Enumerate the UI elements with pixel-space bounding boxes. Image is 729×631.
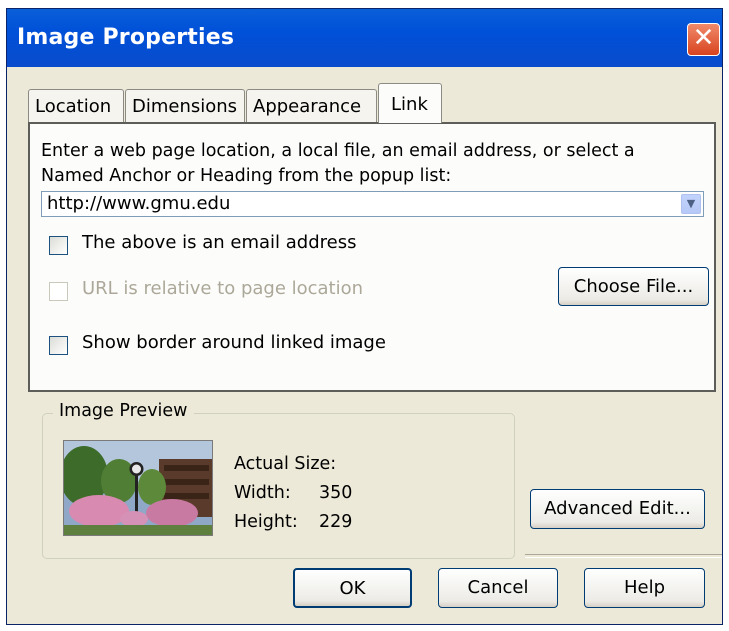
tab-appearance[interactable]: Appearance: [246, 89, 377, 123]
tab-link-label: Link: [391, 94, 428, 115]
tab-location-label: Location: [35, 96, 112, 117]
relative-url-checkbox: [49, 282, 68, 301]
window-title: Image Properties: [17, 25, 235, 50]
image-preview-group: Image Preview Actual Size: Width: 350 He…: [42, 401, 515, 559]
tab-dimensions[interactable]: Dimensions: [125, 89, 245, 123]
advanced-edit-button[interactable]: Advanced Edit...: [530, 489, 705, 529]
width-row: Width: 350: [234, 479, 352, 508]
link-instructions: Enter a web page location, a local file,…: [41, 141, 635, 186]
separator: [525, 554, 722, 558]
image-preview-label: Image Preview: [53, 401, 194, 421]
url-input-value[interactable]: http://www.gmu.edu: [47, 193, 230, 214]
cancel-label: Cancel: [467, 577, 529, 598]
relative-url-checkbox-label: URL is relative to page location: [82, 278, 364, 299]
email-checkbox[interactable]: [49, 236, 68, 255]
close-icon: ✕: [692, 23, 715, 53]
width-value: 350: [319, 483, 353, 503]
url-combobox[interactable]: http://www.gmu.edu ▼: [41, 191, 704, 217]
ok-label: OK: [339, 578, 366, 599]
email-checkbox-label[interactable]: The above is an email address: [82, 232, 356, 253]
campus-photo: [64, 441, 212, 535]
border-checkbox[interactable]: [49, 336, 68, 355]
height-value: 229: [319, 512, 353, 532]
choose-file-button[interactable]: Choose File...: [558, 267, 709, 306]
width-label: Width:: [234, 483, 291, 503]
image-size-info: Actual Size: Width: 350 Height: 229: [234, 450, 352, 537]
height-label: Height:: [234, 512, 298, 532]
title-bar[interactable]: Image Properties ✕: [7, 9, 722, 67]
tab-location[interactable]: Location: [28, 89, 124, 123]
help-button[interactable]: Help: [584, 568, 705, 608]
choose-file-label: Choose File...: [573, 276, 694, 297]
ok-button[interactable]: OK: [293, 568, 412, 608]
help-label: Help: [623, 577, 666, 598]
image-preview-thumbnail: [63, 440, 213, 536]
actual-size-label: Actual Size:: [234, 454, 337, 474]
border-checkbox-label[interactable]: Show border around linked image: [82, 332, 386, 353]
advanced-edit-label: Advanced Edit...: [544, 498, 691, 519]
height-row: Height: 229: [234, 508, 352, 537]
image-properties-dialog: Image Properties ✕ Location Dimensions A…: [6, 8, 723, 625]
link-tab-panel: Enter a web page location, a local file,…: [28, 122, 716, 392]
close-button[interactable]: ✕: [687, 23, 720, 56]
tab-dimensions-label: Dimensions: [132, 96, 238, 117]
cancel-button[interactable]: Cancel: [438, 568, 558, 608]
tab-link[interactable]: Link: [378, 83, 442, 123]
chevron-down-icon[interactable]: ▼: [681, 194, 701, 214]
tab-appearance-label: Appearance: [253, 96, 362, 117]
